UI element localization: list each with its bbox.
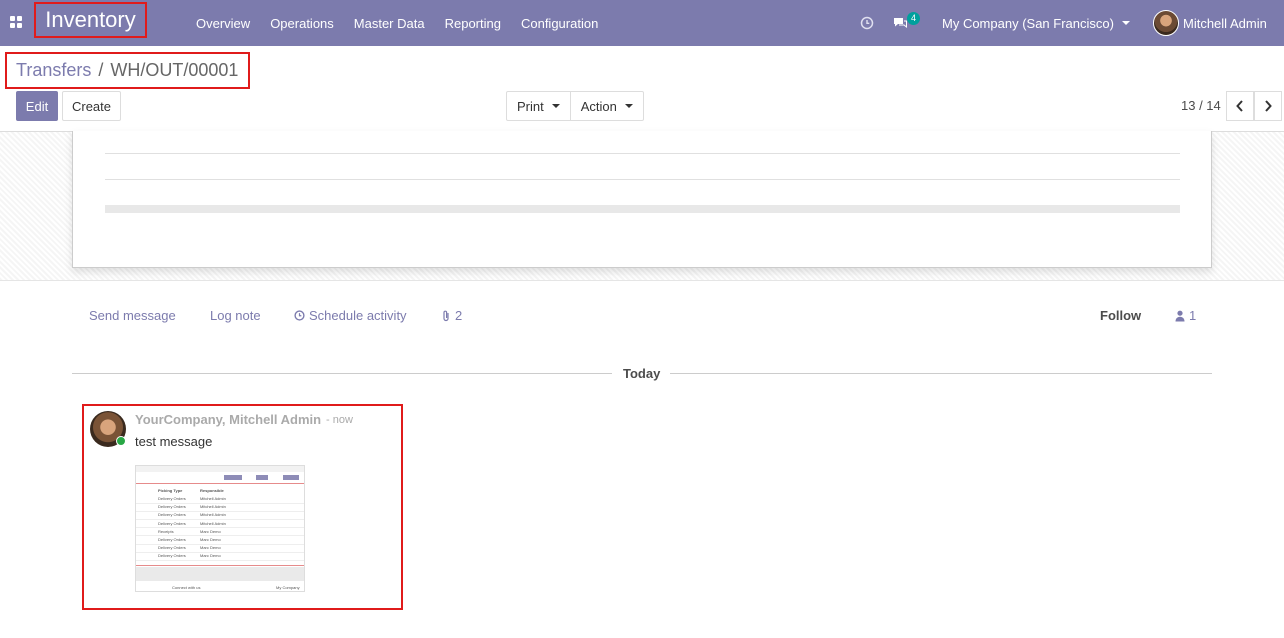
followers-button[interactable]: 1	[1175, 308, 1196, 323]
app-title[interactable]: Inventory	[34, 2, 147, 38]
message-time: - now	[326, 414, 353, 426]
message-count-badge: 4	[907, 12, 921, 25]
thumbnail-cell-picking-type: Delivery Orders	[158, 504, 186, 510]
date-separator-line	[72, 373, 612, 374]
message-author[interactable]: YourCompany, Mitchell Admin	[135, 412, 321, 427]
thumbnail-cell-responsible: Mitchell Admin	[200, 520, 226, 526]
message-body: test message	[135, 434, 213, 449]
table-divider	[105, 153, 1180, 154]
online-status-icon	[116, 436, 126, 446]
chevron-down-icon	[551, 104, 560, 108]
user-menu[interactable]: Mitchell Admin	[1153, 0, 1267, 46]
chevron-down-icon	[1121, 21, 1130, 25]
breadcrumb-current: WH/OUT/00001	[110, 60, 239, 80]
thumbnail-cell-responsible: Marc Demo	[200, 537, 221, 542]
thumbnail-cell-picking-type: Delivery Orders	[158, 520, 186, 526]
image-attachment-thumbnail[interactable]: Picking Type Responsible Delivery Orders…	[135, 465, 305, 592]
apps-menu-icon[interactable]	[10, 16, 22, 28]
thumbnail-cell-responsible: Marc Demo	[200, 553, 221, 559]
chevron-down-icon	[624, 104, 633, 108]
user-avatar	[1153, 10, 1179, 36]
thumbnail-row-divider	[136, 559, 304, 561]
thumbnail-cell-responsible: Mitchell Admin	[200, 496, 226, 501]
action-button-group: Print Action	[506, 91, 644, 121]
thumbnail-footer-right: My Company	[276, 585, 300, 590]
date-separator-label: Today	[623, 366, 661, 381]
date-separator-line	[670, 373, 1212, 374]
message-time-value: now	[332, 414, 353, 426]
menu-overview[interactable]: Overview	[186, 16, 260, 31]
schedule-activity-label: Schedule activity	[309, 308, 407, 323]
thumbnail-cell-picking-type: Delivery Orders	[158, 537, 186, 542]
print-dropdown[interactable]: Print	[507, 92, 570, 120]
followers-count: 1	[1189, 308, 1197, 323]
thumbnail-divider	[136, 483, 304, 484]
thumbnail-cell-picking-type: Delivery Orders	[158, 545, 186, 551]
thumbnail-divider	[136, 565, 304, 566]
chevron-left-icon	[1236, 100, 1243, 112]
breadcrumb-separator: /	[98, 60, 104, 80]
breadcrumb: Transfers / WH/OUT/00001	[5, 52, 250, 89]
action-label: Action	[580, 98, 617, 114]
thumbnail-filter-chip	[256, 475, 268, 480]
thumbnail-header-responsible: Responsible	[200, 488, 224, 493]
schedule-activity-button[interactable]: Schedule activity	[294, 308, 407, 323]
table-footer-row	[105, 205, 1180, 213]
thumbnail-filter-chip	[283, 475, 299, 480]
thumbnail-header-picking-type: Picking Type	[158, 488, 183, 493]
pager-value: 13 / 14	[1181, 98, 1221, 113]
messaging-icon[interactable]: 4	[892, 0, 921, 46]
table-divider	[105, 179, 1180, 180]
follow-button[interactable]: Follow	[1100, 308, 1141, 323]
form-sheet	[72, 131, 1212, 268]
menu-configuration[interactable]: Configuration	[511, 16, 608, 31]
main-menu: Overview Operations Master Data Reportin…	[186, 0, 608, 46]
pager-next-button[interactable]	[1254, 91, 1282, 121]
log-note-button[interactable]: Log note	[210, 308, 261, 323]
thumbnail-cell-responsible: Mitchell Admin	[200, 512, 226, 518]
thumbnail-footer-left: Connect with us	[172, 585, 201, 590]
thumbnail-filter-chip	[224, 475, 242, 480]
print-label: Print	[517, 98, 544, 114]
menu-master-data[interactable]: Master Data	[344, 16, 435, 31]
create-button[interactable]: Create	[62, 91, 121, 121]
activity-clock-icon[interactable]	[860, 0, 874, 46]
thumbnail-cell-picking-type: Delivery Orders	[158, 553, 186, 559]
user-icon	[1175, 310, 1185, 321]
menu-reporting[interactable]: Reporting	[435, 16, 511, 31]
menu-operations[interactable]: Operations	[260, 16, 344, 31]
thumbnail-cell-responsible: Mitchell Admin	[200, 504, 226, 510]
action-dropdown[interactable]: Action	[569, 92, 643, 120]
attachments-count: 2	[455, 308, 463, 323]
company-name: My Company (San Francisco)	[942, 15, 1114, 31]
thumbnail-cell-picking-type: Receipts	[158, 528, 174, 534]
company-switcher[interactable]: My Company (San Francisco)	[942, 0, 1130, 46]
edit-button[interactable]: Edit	[16, 91, 58, 121]
thumbnail-footer-band	[136, 567, 304, 581]
pager-previous-button[interactable]	[1226, 91, 1254, 121]
thumbnail-header-bar	[136, 466, 304, 472]
thumbnail-cell-responsible: Marc Demo	[200, 545, 221, 551]
send-message-button[interactable]: Send message	[89, 308, 176, 323]
clock-icon	[294, 310, 305, 321]
thumbnail-cell-responsible: Marc Demo	[200, 528, 221, 534]
chatter-message: YourCompany, Mitchell Admin - now test m…	[82, 404, 403, 610]
thumbnail-cell-picking-type: Delivery Orders	[158, 512, 186, 518]
user-name: Mitchell Admin	[1183, 15, 1267, 31]
chevron-right-icon	[1265, 100, 1272, 112]
top-navbar: Inventory Overview Operations Master Dat…	[0, 0, 1284, 46]
thumbnail-cell-picking-type: Delivery Orders	[158, 496, 186, 501]
attachments-button[interactable]: 2	[441, 308, 462, 323]
breadcrumb-transfers-link[interactable]: Transfers	[16, 60, 91, 81]
paperclip-icon	[443, 310, 449, 321]
